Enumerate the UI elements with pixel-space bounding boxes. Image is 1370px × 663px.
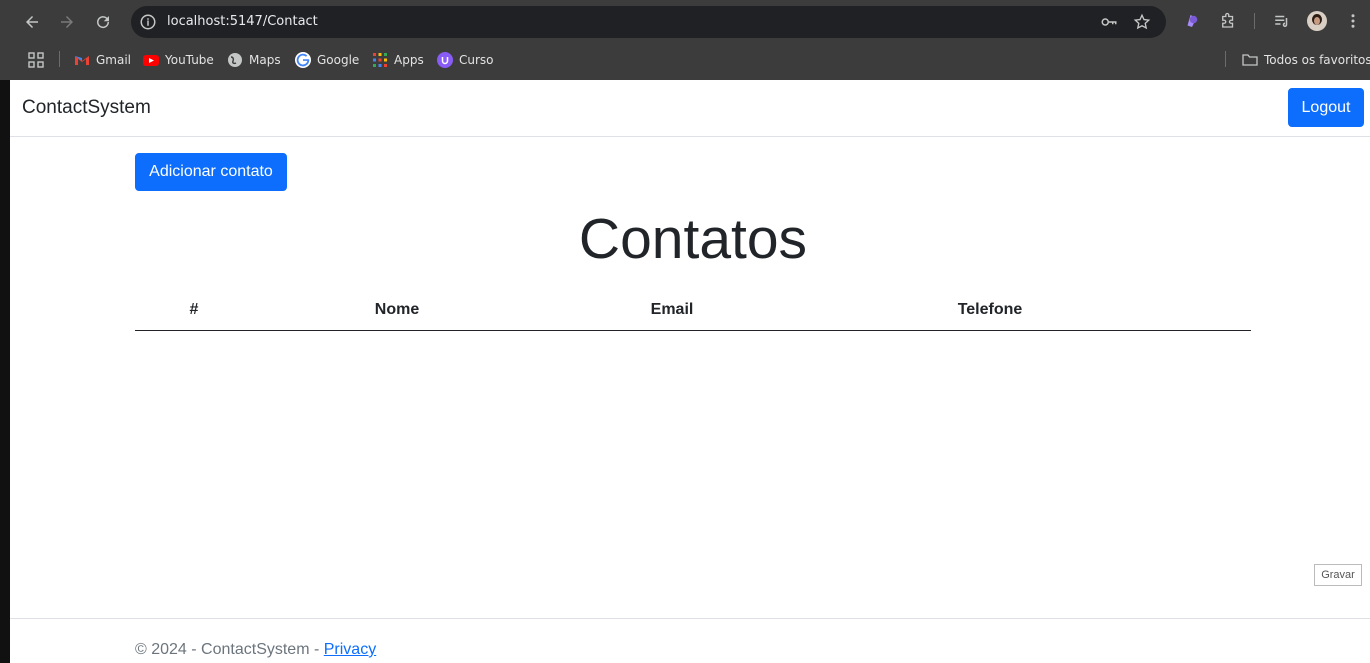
all-bookmarks-folder[interactable]: Todos os favoritos: [1242, 51, 1370, 69]
bookmark-label: Maps: [249, 53, 281, 67]
bookmark-label: Curso: [459, 53, 494, 67]
column-header-phone: Telefone: [957, 301, 1023, 318]
footer-copyright: © 2024 - ContactSystem - Privacy: [135, 641, 376, 659]
bookmark-label: Google: [317, 53, 360, 67]
google-icon: [295, 52, 311, 68]
extensions-puzzle-icon[interactable]: [1218, 11, 1238, 31]
browser-chrome: localhost:5147/Contact Gmail YouTube Map…: [0, 0, 1370, 80]
contacts-table: # Nome Email Telefone: [135, 293, 1251, 331]
page-viewport: ContactSystem Logout Adicionar contato C…: [0, 80, 1370, 663]
kebab-menu-icon[interactable]: [1343, 11, 1363, 31]
reload-button[interactable]: [89, 8, 117, 36]
page-title: Contatos: [578, 207, 808, 271]
bookmarks-divider: [1225, 51, 1226, 67]
star-icon[interactable]: [1133, 13, 1151, 31]
key-icon[interactable]: [1100, 13, 1118, 31]
reload-icon: [97, 16, 110, 29]
window-edge: [0, 80, 10, 663]
arrow-right-icon: [61, 16, 73, 28]
top-navbar: ContactSystem Logout: [10, 80, 1370, 137]
back-button[interactable]: [18, 8, 46, 36]
site-info-icon[interactable]: [139, 13, 157, 31]
maps-icon: [227, 52, 243, 68]
bookmarks-bar: Gmail YouTube Maps Google Apps Curso Tod…: [0, 42, 1370, 80]
navbar-brand[interactable]: ContactSystem: [22, 97, 151, 119]
column-header-email: Email: [650, 301, 694, 318]
url-text[interactable]: localhost:5147/Contact: [167, 14, 318, 29]
bookmark-curso[interactable]: Curso: [437, 51, 494, 69]
bookmark-gmail[interactable]: Gmail: [74, 51, 131, 69]
bookmark-maps[interactable]: Maps: [227, 51, 281, 69]
apps-launcher-icon: [28, 52, 44, 68]
page-footer: © 2024 - ContactSystem - Privacy: [10, 618, 1370, 663]
extension-purple-icon[interactable]: [1182, 11, 1202, 31]
arrow-left-icon: [26, 16, 38, 28]
column-header-id: #: [189, 301, 199, 318]
gmail-icon: [74, 52, 90, 68]
forward-button[interactable]: [53, 8, 81, 36]
bookmark-label: Apps: [394, 53, 424, 67]
bookmark-apps[interactable]: Apps: [372, 51, 424, 69]
bookmarks-divider: [59, 51, 60, 67]
add-contact-button[interactable]: Adicionar contato: [135, 153, 287, 191]
youtube-icon: [143, 52, 159, 68]
apps-launcher-button[interactable]: [28, 51, 44, 69]
curso-icon: [437, 52, 453, 68]
bookmark-label: Gmail: [96, 53, 132, 67]
reading-list-icon[interactable]: [1272, 11, 1292, 31]
all-bookmarks-label: Todos os favoritos: [1264, 53, 1370, 67]
logout-button[interactable]: Logout: [1288, 88, 1364, 127]
bookmark-label: YouTube: [165, 53, 214, 67]
profile-avatar[interactable]: [1307, 11, 1327, 31]
column-header-name: Nome: [374, 301, 420, 318]
folder-icon: [1242, 52, 1258, 68]
toolbar-divider: [1254, 13, 1255, 29]
address-bar[interactable]: localhost:5147/Contact: [131, 6, 1166, 38]
footer-prefix: © 2024 - ContactSystem -: [135, 641, 324, 658]
privacy-link[interactable]: Privacy: [324, 641, 376, 658]
apps-grid-icon: [372, 52, 388, 68]
bookmark-youtube[interactable]: YouTube: [143, 51, 214, 69]
bookmark-google[interactable]: Google: [295, 51, 359, 69]
browser-toolbar: localhost:5147/Contact: [0, 0, 1370, 42]
record-button[interactable]: Gravar: [1314, 564, 1362, 586]
